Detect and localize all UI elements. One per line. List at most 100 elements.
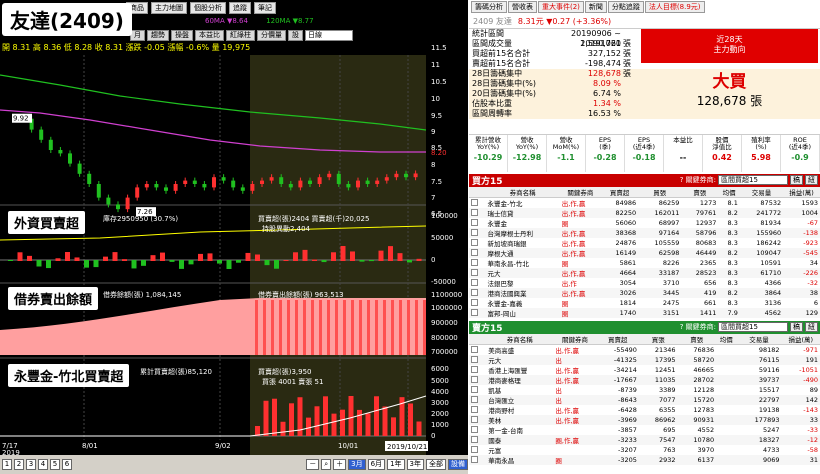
zoom-in-icon[interactable]: ＋ <box>333 459 347 470</box>
table-row[interactable]: 富邦-岡山 圈 1740 3151 1411 7.9 4562 129 <box>469 308 820 318</box>
row-checkbox[interactable] <box>471 288 478 296</box>
row-checkbox[interactable] <box>471 385 478 393</box>
row-checkbox[interactable] <box>471 228 478 236</box>
row-checkbox[interactable] <box>471 365 478 373</box>
table-row[interactable]: 華南永昌-竹北 圈 5861 8226 2365 8.3 10591 34 <box>469 258 820 268</box>
table-cell: 圈 <box>561 310 569 318</box>
row-checkbox[interactable] <box>471 258 478 266</box>
page-button[interactable]: 4 <box>38 459 48 470</box>
table-row[interactable]: 國泰 圈,作,贏 -3233 7547 10780 18327 -12 <box>469 435 820 445</box>
row-checkbox[interactable] <box>471 455 478 463</box>
broker-bar <box>314 406 320 436</box>
zoom-out-icon[interactable]: － <box>306 459 320 470</box>
tab-news[interactable]: 新聞 <box>584 1 607 13</box>
row-checkbox[interactable] <box>471 308 478 316</box>
candle-body <box>240 187 245 191</box>
row-checkbox[interactable] <box>471 435 478 443</box>
table-cell: 12783 <box>693 406 715 414</box>
table-cell: 圈 <box>561 300 569 308</box>
foreign-bar <box>255 254 260 261</box>
row-checkbox[interactable] <box>471 415 478 423</box>
page-button[interactable]: 1 <box>2 459 12 470</box>
lending-bar <box>303 300 306 355</box>
summary-value: 128,678 <box>587 69 621 78</box>
table-cell: 4733 <box>762 446 780 454</box>
summary-value: 1,590,760 <box>580 39 621 48</box>
page-button[interactable]: 5 <box>50 459 60 470</box>
row-checkbox[interactable] <box>471 248 478 256</box>
page-button[interactable]: 3 <box>26 459 36 470</box>
table-row[interactable]: 港商野村 出,作,贏 -6428 6355 12783 19138 -143 <box>469 405 820 415</box>
zoom-button[interactable]: 全部 <box>426 459 446 470</box>
row-checkbox[interactable] <box>471 208 478 216</box>
table-cell: -3205 <box>618 456 637 464</box>
table-row[interactable]: 元大 出,作,贏 4664 33187 28523 8.3 61710 -226 <box>469 268 820 278</box>
table-cell: 419 <box>703 289 717 297</box>
zoom-button[interactable]: 設備 <box>448 459 468 470</box>
table-row[interactable]: 法銀巴黎 出,作 3054 3710 656 8.3 4366 -32 <box>469 278 820 288</box>
row-checkbox[interactable] <box>471 218 478 226</box>
table-row[interactable]: 新加坡商瑞銀 出,作,贏 24876 105559 80683 8.3 186242 -923 <box>469 238 820 248</box>
table-row[interactable]: 台灣摩根士丹利 出,作,贏 38368 97164 58796 8.3 155960 -138 <box>469 228 820 238</box>
broker-bar <box>365 413 371 436</box>
row-checkbox[interactable] <box>471 278 478 286</box>
row-checkbox[interactable] <box>471 355 478 363</box>
tab-revenue[interactable]: 營收表 <box>508 1 537 13</box>
row-checkbox[interactable] <box>471 198 478 206</box>
table-row[interactable]: 台灣匯立 出 -8643 7077 15720 22797 142 <box>469 395 820 405</box>
table-row[interactable]: 港商麥格理 出,作,贏 -17667 11035 28702 39737 -490 <box>469 375 820 385</box>
table-row[interactable]: 永豐金-竹北 出,作,贏 84986 86259 1273 8.1 87532 1593 <box>469 198 820 208</box>
row-checkbox[interactable] <box>471 375 478 383</box>
table-row[interactable]: 永豐金-嘉義 圈 1814 2475 661 8.3 3136 6 <box>469 298 820 308</box>
table-row[interactable]: 元富 -3207 763 3970 4733 -58 <box>469 445 820 455</box>
buy-export-button[interactable]: 稿 <box>790 175 803 185</box>
table-row[interactable]: 摩根大通 出,作,贏 16149 62598 46449 8.2 109047 -545 <box>469 248 820 258</box>
stat-cell: EPS (季) -0.28 <box>586 135 625 172</box>
table-cell: 出,作,贏 <box>561 270 586 278</box>
stat-cell: 本益比 -- <box>664 135 703 172</box>
row-checkbox[interactable] <box>471 268 478 276</box>
row-checkbox[interactable] <box>471 405 478 413</box>
sell-export-button[interactable]: 稿 <box>790 322 803 332</box>
row-checkbox[interactable] <box>471 238 478 246</box>
broker-tick: 5000 <box>431 377 449 385</box>
table-row[interactable]: 瑞士信貸 出,作,贏 82250 162011 79761 8.2 241772 1004 <box>469 208 820 218</box>
row-checkbox[interactable] <box>471 395 478 403</box>
table-row[interactable]: 第一金-台南 -3857 695 4552 5247 -33 <box>469 425 820 435</box>
table-cell: 109047 <box>756 249 782 257</box>
sell-setting-button[interactable]: 紐 <box>805 322 818 332</box>
table-row[interactable]: 美商高盛 出,作,贏 -55490 21346 76836 98182 -971 <box>469 345 820 355</box>
table-row[interactable]: 港商法國興業 出,作,贏 3026 3445 419 8.2 3864 38 <box>469 288 820 298</box>
summary-key: 佔股本比重 <box>472 99 512 108</box>
buy-filter-select[interactable]: 區間買超15 <box>718 175 788 185</box>
table-row[interactable]: 香港上海匯豐 出,作,贏 -34214 12451 46665 59116 -1051 <box>469 365 820 375</box>
tab-target[interactable]: 法人目標(8.9元) <box>644 1 705 13</box>
candle-body <box>116 204 120 210</box>
zoom-icon[interactable]: ⌕ <box>321 459 332 470</box>
tab-broker-track[interactable]: 分點追蹤 <box>607 1 644 13</box>
table-row[interactable]: 華南永昌 圈 -3205 2932 6137 9069 31 <box>469 455 820 465</box>
table-row[interactable]: 元大 出 -41325 17395 58720 76115 191 <box>469 355 820 365</box>
table-cell: 港商麥格理 <box>488 377 521 385</box>
table-row[interactable]: 凱基 出 -8739 3389 12128 15517 89 <box>469 385 820 395</box>
table-row[interactable]: 永豐金 圈 56060 68997 12937 8.3 81934 -67 <box>469 218 820 228</box>
row-checkbox[interactable] <box>471 425 478 433</box>
summary-block: 統計區間 20190906 ~ 20191021 區間成交量 1,590,760 張買超… <box>469 28 820 134</box>
table-cell: 元大 <box>488 357 502 365</box>
lending-bar <box>359 300 362 355</box>
tab-events[interactable]: 重大事件(2) <box>538 1 584 13</box>
table-row[interactable]: 美林 出,作,贏 -3969 86962 90931 177893 33 <box>469 415 820 425</box>
buy-setting-button[interactable]: 紐 <box>805 175 818 185</box>
row-checkbox[interactable] <box>471 345 478 353</box>
tab-chip-analysis[interactable]: 籌碼分析 <box>471 1 507 13</box>
sell-filter-select[interactable]: 區間買超15 <box>718 322 788 332</box>
row-checkbox[interactable] <box>471 298 478 306</box>
zoom-button[interactable]: 1年 <box>387 459 405 470</box>
page-button[interactable]: 2 <box>14 459 24 470</box>
page-button[interactable]: 6 <box>62 459 72 470</box>
zoom-button[interactable]: 6月 <box>367 459 386 470</box>
zoom-button[interactable]: 3年 <box>406 459 424 470</box>
zoom-button[interactable]: 3月 <box>348 459 366 470</box>
row-checkbox[interactable] <box>471 445 478 453</box>
lending-bar <box>295 300 298 355</box>
